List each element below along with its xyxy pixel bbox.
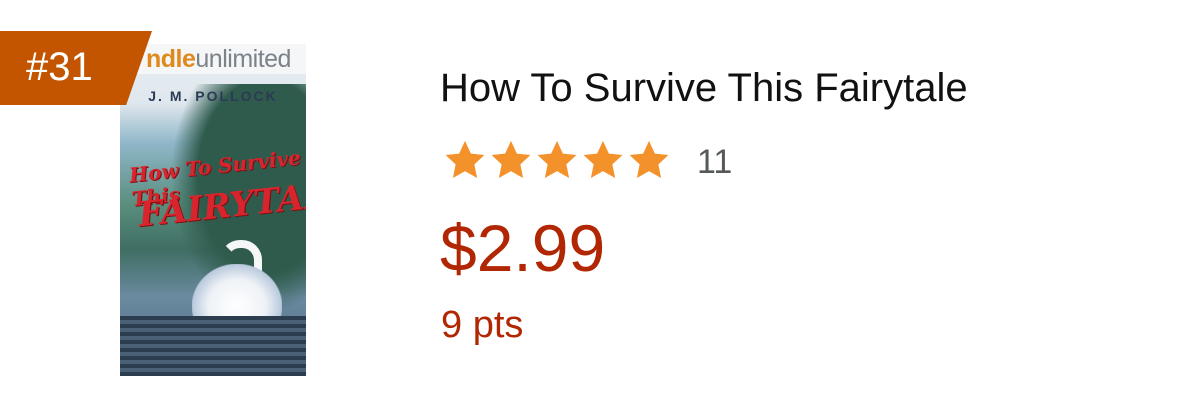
star-icon	[583, 140, 623, 178]
price: $2.99	[440, 211, 606, 285]
cover-author: J. M. POLLOCK	[148, 88, 278, 104]
star-rating[interactable]	[442, 138, 672, 182]
book-cover-image[interactable]: ndleunlimited J. M. POLLOCK How To Survi…	[120, 44, 306, 376]
star-icon	[537, 140, 577, 178]
rank-badge: #31	[0, 31, 152, 105]
product-title[interactable]: How To Survive This Fairytale	[440, 66, 968, 111]
cover-water-art	[120, 316, 306, 376]
rank-label: #31	[26, 45, 93, 89]
star-icon	[491, 140, 531, 178]
kindle-unlimited-logo: ndleunlimited	[120, 44, 306, 74]
rating-count[interactable]: 11	[697, 143, 732, 182]
reward-points: 9 pts	[441, 304, 524, 346]
star-icon	[629, 140, 669, 178]
star-icon	[445, 140, 485, 178]
product-card[interactable]: ndleunlimited J. M. POLLOCK How To Survi…	[0, 0, 1179, 409]
